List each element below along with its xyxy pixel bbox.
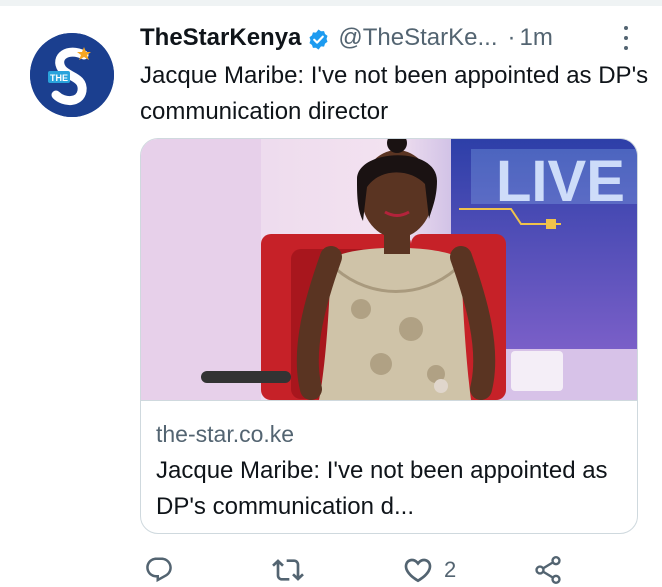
card-title: Jacque Maribe: I've not been appointed a…	[156, 457, 608, 520]
separator-dot: ·	[507, 24, 516, 51]
card-domain: the-star.co.ke	[156, 421, 295, 447]
retweet-icon	[272, 554, 304, 586]
tweet-header: TheStarKenya @TheStarKe... · 1m	[140, 20, 553, 56]
tweet-top-divider	[0, 0, 662, 6]
share-icon	[532, 554, 564, 586]
link-card[interactable]: LIVE the-star.co.ke Jacque Maribe: I've …	[140, 138, 638, 534]
verified-badge-icon	[307, 28, 330, 51]
like-button[interactable]: 2	[402, 553, 456, 587]
reply-icon	[144, 555, 174, 585]
tweet-text: Jacque Maribe: I've not been appointed a…	[140, 62, 649, 125]
svg-text:THE: THE	[50, 73, 68, 83]
thestar-logo-icon: THE	[30, 33, 114, 117]
like-count: 2	[444, 557, 457, 582]
card-image: LIVE	[141, 139, 637, 401]
more-icon[interactable]	[616, 24, 636, 52]
retweet-button[interactable]	[272, 553, 314, 587]
card-image-live-text: LIVE	[496, 149, 625, 214]
author-handle[interactable]: @TheStarKe...	[338, 24, 497, 52]
tweet-timestamp[interactable]: 1m	[519, 24, 552, 52]
author-name[interactable]: TheStarKenya	[140, 24, 301, 52]
reply-button[interactable]	[144, 553, 184, 587]
share-button[interactable]	[532, 553, 564, 587]
avatar[interactable]: THE	[30, 33, 114, 117]
like-icon	[402, 554, 434, 586]
tweet-actions: 2	[140, 553, 620, 587]
